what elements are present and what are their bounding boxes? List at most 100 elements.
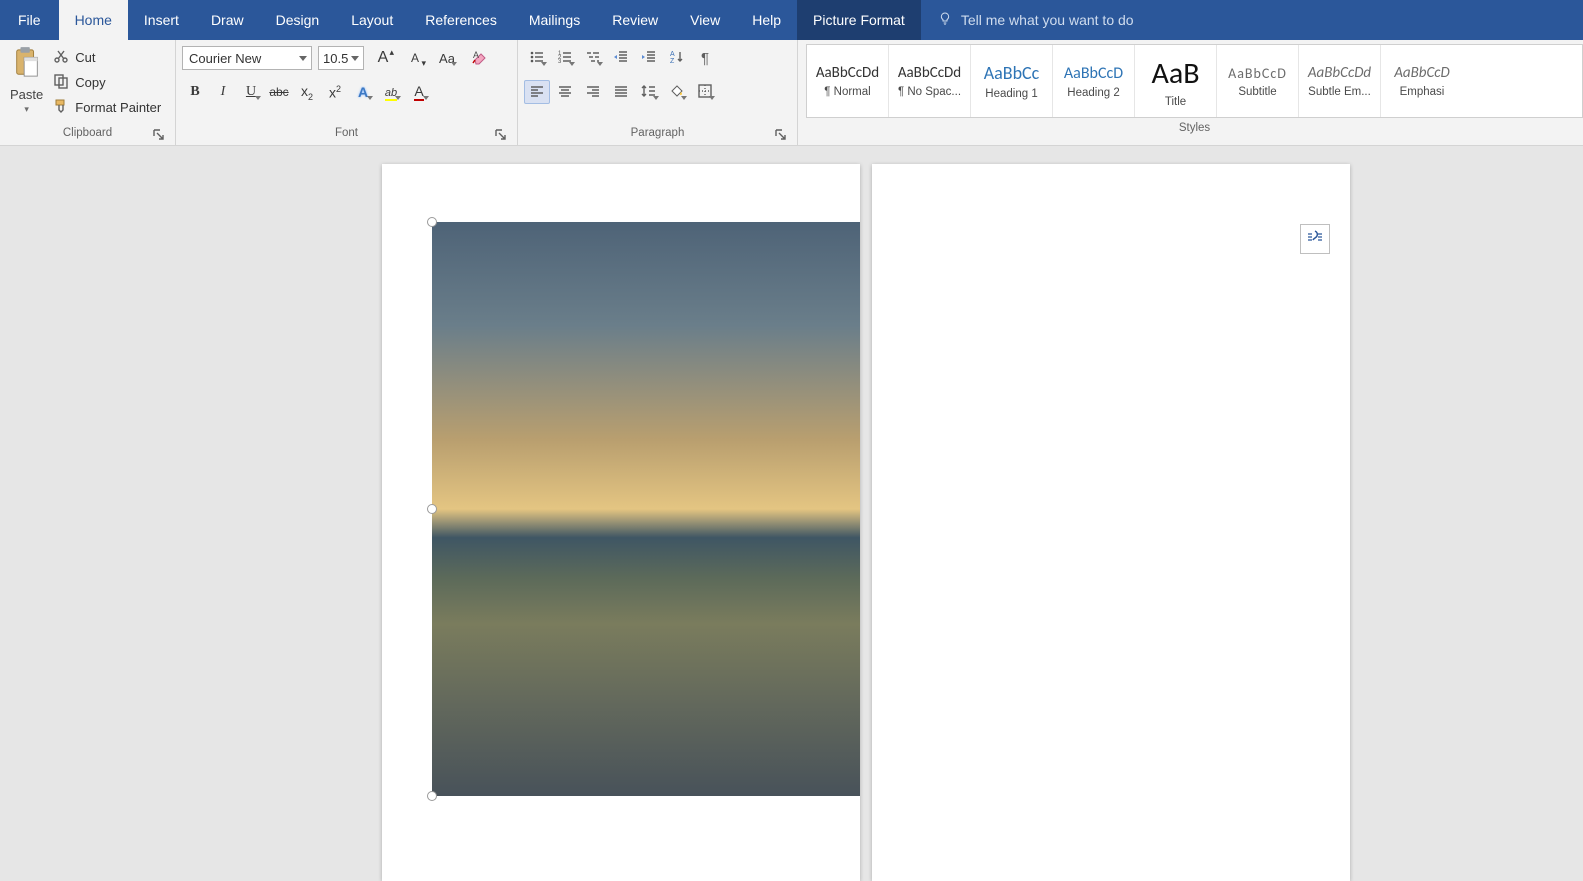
sort-button[interactable]: AZ [664, 46, 690, 70]
tab-design[interactable]: Design [260, 0, 336, 40]
style-name: ¶ No Spac... [898, 86, 961, 98]
resize-handle-bl[interactable] [427, 791, 437, 801]
copy-label: Copy [75, 75, 105, 90]
paste-label: Paste [10, 87, 43, 102]
numbering-button[interactable]: 123 [552, 46, 578, 70]
group-clipboard: Paste ▾ Cut Copy Format Painter Clipbo [0, 40, 176, 145]
tell-me-placeholder: Tell me what you want to do [961, 12, 1134, 28]
tab-insert[interactable]: Insert [128, 0, 195, 40]
clipboard-dialog-launcher[interactable] [153, 129, 167, 143]
font-name-combo[interactable]: Courier New [182, 46, 312, 70]
strikethrough-button[interactable]: abc [266, 80, 292, 104]
cut-button[interactable]: Cut [53, 48, 161, 67]
inserted-picture[interactable] [432, 222, 860, 796]
style-subtitle[interactable]: AaBbCcD Subtitle [1217, 45, 1299, 117]
chevron-down-icon [299, 56, 307, 61]
tab-home[interactable]: Home [59, 0, 128, 40]
style-heading-1[interactable]: AaBbCcHeading 1 [971, 45, 1053, 117]
paste-dropdown-icon[interactable]: ▾ [24, 104, 29, 115]
resize-handle-tl[interactable] [427, 217, 437, 227]
decrease-indent-button[interactable] [608, 46, 634, 70]
highlight-icon: ab [385, 83, 397, 101]
font-color-button[interactable]: A [406, 80, 432, 104]
align-right-button[interactable] [580, 80, 606, 104]
format-painter-button[interactable]: Format Painter [53, 98, 161, 117]
tab-view[interactable]: View [674, 0, 736, 40]
font-dialog-launcher[interactable] [495, 129, 509, 143]
page-2[interactable] [872, 164, 1350, 881]
style-preview: AaBbCcD [1228, 65, 1287, 82]
font-group-label: Font [335, 127, 358, 139]
subscript-button[interactable]: x2 [294, 80, 320, 104]
bullets-button[interactable] [524, 46, 550, 70]
borders-button[interactable] [692, 80, 718, 104]
styles-gallery: AaBbCcDd¶ Normal AaBbCcDd¶ No Spac... Aa… [806, 44, 1583, 118]
bold-button[interactable]: B [182, 80, 208, 104]
style-emphasis[interactable]: AaBbCcDEmphasi [1381, 45, 1463, 117]
ribbon-tabs: File Home Insert Draw Design Layout Refe… [0, 0, 1583, 40]
font-color-icon: A [414, 83, 423, 101]
justify-button[interactable] [608, 80, 634, 104]
style-normal[interactable]: AaBbCcDd¶ Normal [807, 45, 889, 117]
style-title[interactable]: AaBTitle [1135, 45, 1217, 117]
numbering-icon: 123 [557, 49, 573, 68]
align-left-icon [529, 83, 545, 102]
style-heading-2[interactable]: AaBbCcDHeading 2 [1053, 45, 1135, 117]
style-preview: AaBbCc [984, 62, 1040, 84]
font-name-value: Courier New [189, 51, 261, 66]
tab-draw[interactable]: Draw [195, 0, 260, 40]
layout-options-button[interactable] [1300, 224, 1330, 254]
svg-text:3: 3 [558, 59, 562, 65]
multilevel-icon [585, 49, 601, 68]
tab-layout[interactable]: Layout [335, 0, 409, 40]
style-subtle-emphasis[interactable]: AaBbCcDd Subtle Em... [1299, 45, 1381, 117]
tab-file[interactable]: File [0, 0, 59, 40]
show-marks-button[interactable]: ¶ [692, 46, 718, 70]
svg-text:A: A [670, 51, 675, 58]
group-font: Courier New 10.5 A▴ A▾ Aa A B I U abc x2 [176, 40, 518, 145]
tab-picture-format[interactable]: Picture Format [797, 0, 921, 40]
resize-handle-ml[interactable] [427, 504, 437, 514]
grow-font-button[interactable]: A▴ [370, 46, 396, 70]
pilcrow-icon: ¶ [701, 50, 709, 67]
increase-indent-button[interactable] [636, 46, 662, 70]
paint-bucket-icon [669, 83, 685, 102]
style-name: ¶ Normal [824, 86, 870, 98]
change-case-button[interactable]: Aa [434, 46, 460, 70]
tell-me-search[interactable]: Tell me what you want to do [937, 0, 1134, 40]
align-center-button[interactable] [552, 80, 578, 104]
style-preview: AaB [1151, 55, 1199, 92]
tab-help[interactable]: Help [736, 0, 797, 40]
style-preview: AaBbCcDd [898, 64, 961, 82]
style-name: Subtitle [1238, 86, 1276, 98]
justify-icon [613, 83, 629, 102]
style-no-spacing[interactable]: AaBbCcDd ¶ No Spac... [889, 45, 971, 117]
scissors-icon [53, 48, 69, 67]
style-preview: AaBbCcD [1064, 64, 1123, 83]
superscript-button[interactable]: x2 [322, 80, 348, 104]
tab-mailings[interactable]: Mailings [513, 0, 596, 40]
highlight-button[interactable]: ab [378, 80, 404, 104]
clear-formatting-button[interactable]: A [466, 46, 492, 70]
group-paragraph: 123 AZ ¶ Paragraph [518, 40, 798, 145]
paragraph-dialog-launcher[interactable] [775, 129, 789, 143]
copy-button[interactable]: Copy [53, 73, 161, 92]
underline-button[interactable]: U [238, 80, 264, 104]
line-spacing-button[interactable] [636, 80, 662, 104]
align-left-button[interactable] [524, 80, 550, 104]
italic-button[interactable]: I [210, 80, 236, 104]
font-size-combo[interactable]: 10.5 [318, 46, 364, 70]
line-spacing-icon [641, 83, 657, 102]
tab-review[interactable]: Review [596, 0, 674, 40]
style-preview: AaBbCcDd [1308, 64, 1371, 82]
text-effects-button[interactable]: A [350, 80, 376, 104]
multilevel-list-button[interactable] [580, 46, 606, 70]
shrink-font-button[interactable]: A▾ [402, 46, 428, 70]
shading-button[interactable] [664, 80, 690, 104]
page-1[interactable] [382, 164, 860, 881]
style-name: Subtle Em... [1308, 86, 1371, 98]
document-canvas[interactable] [0, 146, 1583, 881]
text-effects-icon: A [358, 84, 368, 100]
paste-button[interactable]: Paste ▾ [6, 44, 47, 117]
tab-references[interactable]: References [409, 0, 513, 40]
